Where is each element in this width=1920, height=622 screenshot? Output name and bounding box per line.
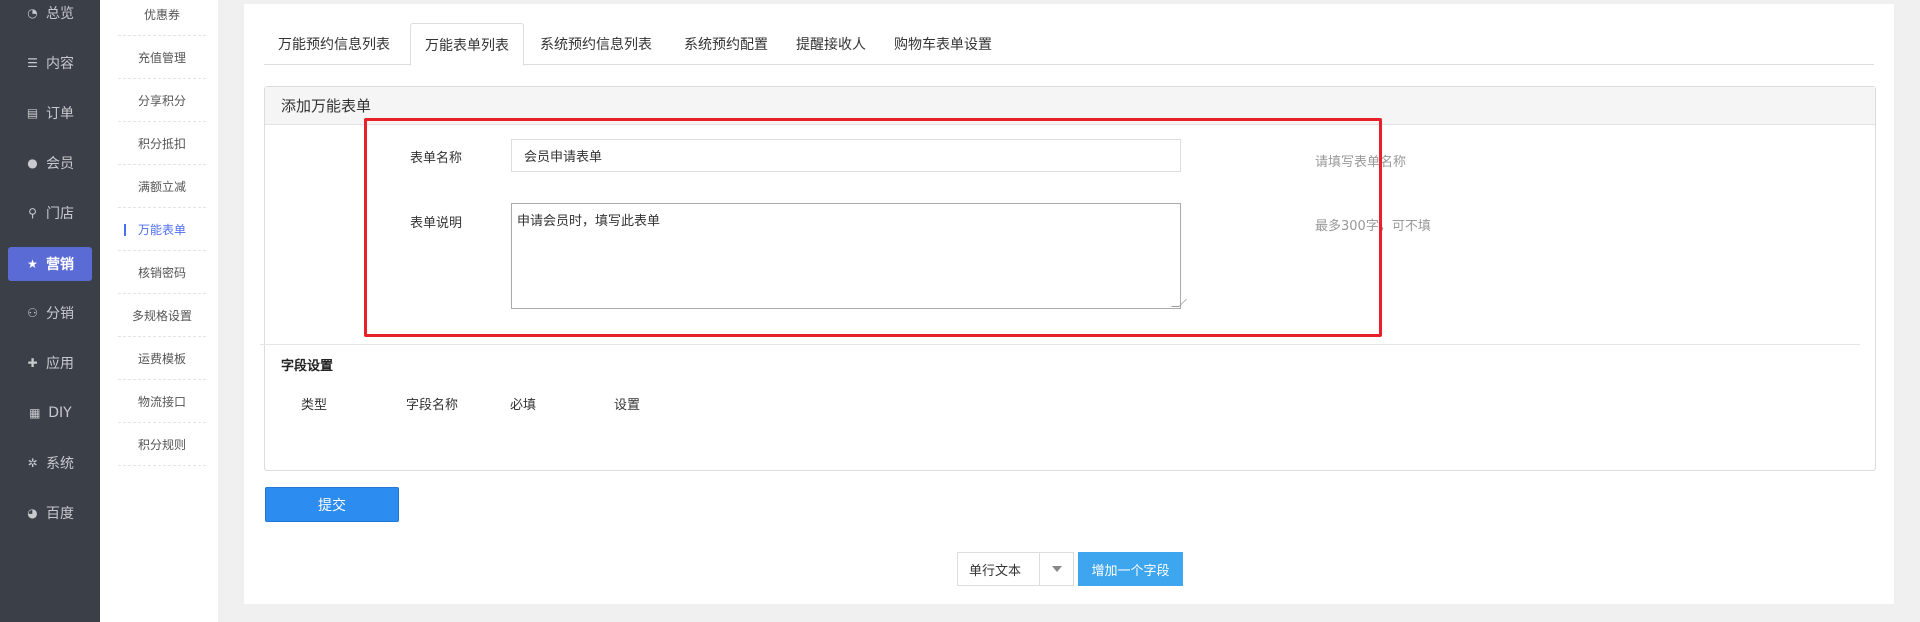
- col-required: 必填: [510, 398, 537, 413]
- tab-system-booking-list[interactable]: 系统预约信息列表: [526, 23, 666, 65]
- nav-item-label: 分销: [46, 306, 74, 322]
- user-icon: ●: [27, 155, 38, 170]
- subnav-item-share-points[interactable]: 分享积分: [118, 79, 206, 122]
- users-icon: ⚇: [27, 305, 38, 320]
- nav-item-content[interactable]: ☰ 内容: [8, 46, 92, 80]
- nav-item-label: 总览: [46, 6, 74, 22]
- nav-item-label: 百度: [46, 506, 74, 522]
- layout-icon: ▦: [29, 405, 41, 420]
- subnav-item-logistics-api[interactable]: 物流接口: [118, 380, 206, 423]
- sub-nav: 优惠券 充值管理 分享积分 积分抵扣 满额立减 万能表单 核销密码 多规格设置 …: [100, 0, 218, 622]
- nav-item-overview[interactable]: ◔ 总览: [8, 0, 92, 30]
- nav-item-label: 营销: [46, 257, 74, 273]
- subnav-item-recharge[interactable]: 充值管理: [118, 36, 206, 79]
- col-field-name: 字段名称: [406, 398, 459, 413]
- document-icon: ▤: [26, 105, 39, 120]
- dropdown-toggle[interactable]: [1039, 553, 1073, 585]
- nav-item-label: 订单: [46, 106, 74, 122]
- tab-bar: 万能预约信息列表 万能表单列表 系统预约信息列表 系统预约配置 提醒接收人 购物…: [264, 23, 1874, 66]
- section-divider: [260, 344, 1860, 345]
- subnav-item-verify-password[interactable]: 核销密码: [118, 251, 206, 294]
- subnav-item-coupons[interactable]: 优惠券: [118, 0, 206, 36]
- subnav-item-shipping-template[interactable]: 运费模板: [118, 337, 206, 380]
- nav-item-distribution[interactable]: ⚇ 分销: [8, 296, 92, 330]
- tab-cart-form-settings[interactable]: 购物车表单设置: [880, 23, 1006, 65]
- highlight-annotation-box: [364, 118, 1382, 337]
- tab-universal-booking-list[interactable]: 万能预约信息列表: [264, 23, 404, 65]
- subnav-item-points-deduct[interactable]: 积分抵扣: [118, 122, 206, 165]
- subnav-item-universal-form[interactable]: 万能表单: [118, 208, 206, 251]
- star-icon: ★: [27, 256, 38, 271]
- add-field-button[interactable]: 增加一个字段: [1078, 552, 1183, 586]
- nav-item-marketing[interactable]: ★ 营销: [8, 247, 92, 281]
- puzzle-icon: ✚: [27, 355, 38, 370]
- subnav-item-full-reduction[interactable]: 满额立减: [118, 165, 206, 208]
- tab-reminder-recipients[interactable]: 提醒接收人: [782, 23, 880, 65]
- chevron-down-icon: [1051, 566, 1062, 572]
- field-type-select[interactable]: 单行文本: [957, 552, 1074, 586]
- nav-item-label: DIY: [48, 405, 72, 421]
- subnav-item-points-rules[interactable]: 积分规则: [118, 423, 206, 466]
- nav-item-system[interactable]: ✲ 系统: [8, 446, 92, 480]
- field-type-selected: 单行文本: [969, 563, 1022, 579]
- dashboard-icon: ◔: [27, 5, 38, 20]
- tab-system-booking-config[interactable]: 系统预约配置: [670, 23, 782, 65]
- field-settings-title: 字段设置: [281, 359, 334, 374]
- nav-item-diy[interactable]: ▦ DIY: [8, 396, 92, 430]
- nav-item-members[interactable]: ● 会员: [8, 146, 92, 180]
- submit-button[interactable]: 提交: [265, 487, 399, 522]
- nav-item-apps[interactable]: ✚ 应用: [8, 346, 92, 380]
- nav-item-stores[interactable]: ⚲ 门店: [8, 196, 92, 230]
- col-settings: 设置: [614, 398, 641, 413]
- gear-icon: ✲: [27, 455, 38, 470]
- baidu-icon: ◕: [27, 505, 38, 520]
- nav-item-baidu[interactable]: ◕ 百度: [8, 496, 92, 530]
- tab-universal-form-list[interactable]: 万能表单列表: [410, 23, 524, 66]
- col-type: 类型: [301, 398, 328, 413]
- map-pin-icon: ⚲: [28, 205, 37, 220]
- nav-item-label: 门店: [46, 206, 74, 222]
- main-nav: ◔ 总览 ☰ 内容 ▤ 订单 ● 会员 ⚲ 门店 ★ 营销 ⚇ 分销 ✚ 应用 ▦ DIY ✲ 系统…: [0, 0, 100, 622]
- nav-item-orders[interactable]: ▤ 订单: [8, 96, 92, 130]
- nav-item-label: 内容: [46, 56, 74, 72]
- nav-item-label: 会员: [46, 156, 74, 172]
- nav-item-label: 应用: [46, 356, 74, 372]
- list-icon: ☰: [27, 55, 38, 70]
- nav-item-label: 系统: [46, 456, 74, 472]
- subnav-item-spec-settings[interactable]: 多规格设置: [118, 294, 206, 337]
